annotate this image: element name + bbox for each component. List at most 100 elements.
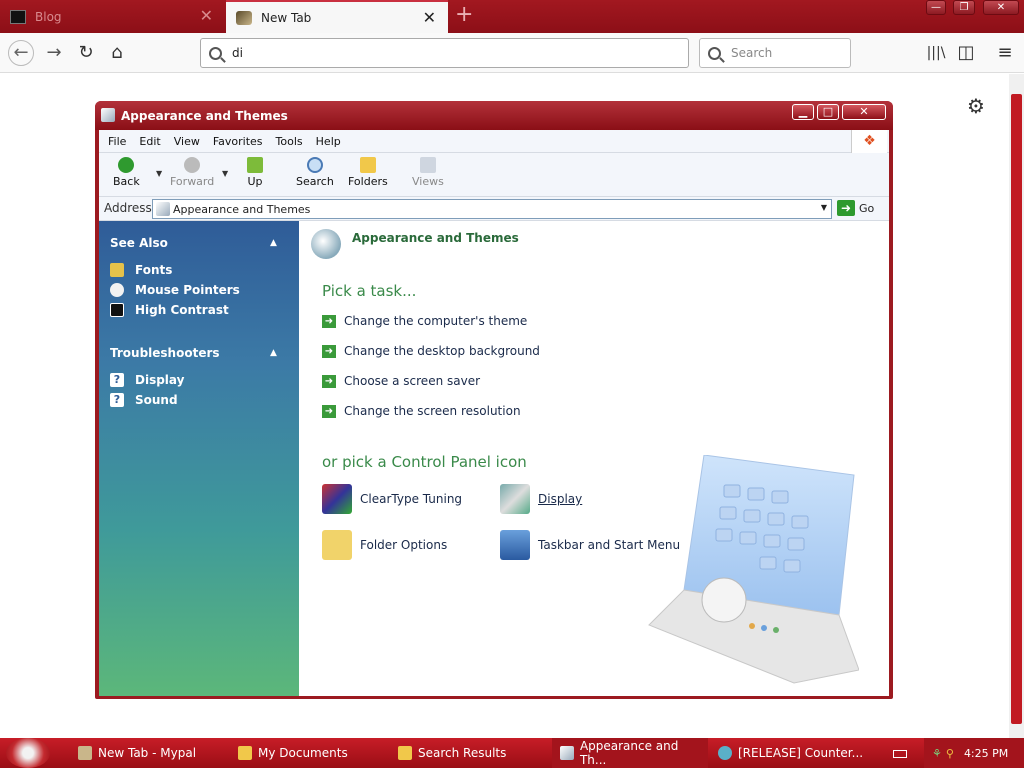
control-panel-watermark-image	[648, 455, 859, 684]
keyboard-icon[interactable]	[893, 750, 907, 758]
home-icon[interactable]: ⌂	[105, 41, 129, 65]
address-bar: Address Appearance and Themes ▼ ➜ Go	[99, 197, 889, 221]
sidebar-icon[interactable]: ◫	[954, 41, 978, 65]
start-button[interactable]	[6, 738, 50, 768]
tab-blog[interactable]: Blog ✕	[0, 0, 225, 33]
search-input[interactable]: Search	[699, 38, 851, 68]
library-icon[interactable]: |||\	[924, 41, 948, 65]
forward-dropdown-icon[interactable]: ▼	[222, 169, 228, 178]
search-button[interactable]: Search	[296, 157, 334, 188]
see-also-fonts-link[interactable]: Fonts	[110, 263, 172, 277]
reload-icon[interactable]: ↻	[74, 41, 98, 65]
display-link[interactable]: Display	[500, 484, 582, 514]
link-label: Fonts	[135, 263, 173, 277]
search-magnifier-icon	[306, 157, 323, 173]
collapse-caret-icon[interactable]: ▲	[270, 348, 277, 358]
task-change-background-link[interactable]: ➜ Change the desktop background	[322, 344, 540, 358]
taskbar-item-newtab[interactable]: New Tab - Mypal	[78, 738, 196, 768]
gear-icon[interactable]: ⚙	[967, 94, 985, 118]
icon-label: ClearType Tuning	[360, 492, 463, 506]
maximize-window-button[interactable]: □	[817, 104, 839, 120]
window-client: File Edit View Favorites Tools Help ❖ Ba…	[99, 130, 889, 696]
taskbar-label: Search Results	[418, 746, 507, 760]
taskbar-item-appearance[interactable]: Appearance and Th...	[552, 738, 708, 768]
see-also-heading[interactable]: See Also	[110, 236, 168, 250]
see-also-high-contrast-link[interactable]: High Contrast	[110, 303, 229, 317]
task-screen-resolution-link[interactable]: ➜ Change the screen resolution	[322, 404, 521, 418]
clock[interactable]: 4:25 PM	[964, 747, 1008, 760]
window-app-icon	[101, 108, 115, 122]
back-dropdown-icon[interactable]: ▼	[156, 169, 162, 178]
menu-help[interactable]: Help	[316, 135, 341, 148]
appearance-themes-icon	[311, 229, 341, 259]
url-input[interactable]: di	[232, 46, 243, 60]
page-scrollbar[interactable]	[1009, 74, 1024, 738]
folder-options-link[interactable]: Folder Options	[322, 530, 447, 560]
collapse-caret-icon[interactable]: ▲	[270, 238, 277, 248]
close-tab-icon[interactable]: ✕	[423, 10, 436, 26]
address-input[interactable]: Appearance and Themes ▼	[152, 199, 832, 219]
go-button[interactable]: ➜ Go	[837, 200, 874, 216]
icon-label: Folder Options	[360, 538, 448, 552]
forward-icon	[184, 157, 201, 173]
cleartype-tuning-link[interactable]: ClearType Tuning	[322, 484, 462, 514]
back-icon	[118, 157, 135, 173]
forward-arrow-icon[interactable]: →	[42, 41, 66, 65]
menu-tools[interactable]: Tools	[276, 135, 303, 148]
network-icon[interactable]: ⚘	[932, 747, 942, 760]
menu-favorites[interactable]: Favorites	[213, 135, 263, 148]
tab-label: Blog	[35, 9, 62, 24]
task-label: Change the desktop background	[344, 344, 540, 358]
taskbar-label: [RELEASE] Counter...	[738, 746, 864, 760]
task-screen-saver-link[interactable]: ➜ Choose a screen saver	[322, 374, 480, 388]
go-arrow-icon: ➜	[837, 200, 855, 216]
menu-file[interactable]: File	[108, 135, 126, 148]
back-arrow-icon[interactable]: ←	[8, 40, 34, 66]
tab-new-tab[interactable]: New Tab ✕	[226, 0, 448, 33]
address-folder-icon	[156, 202, 170, 216]
url-bar[interactable]: di	[200, 38, 689, 68]
link-label: Mouse Pointers	[135, 283, 240, 297]
scrollbar-thumb[interactable]	[1011, 94, 1022, 724]
taskbar-item-release[interactable]: [RELEASE] Counter...	[718, 738, 863, 768]
see-also-mouse-pointers-link[interactable]: Mouse Pointers	[110, 283, 240, 297]
address-label: Address	[104, 201, 152, 215]
menu-edit[interactable]: Edit	[139, 135, 160, 148]
menu-view[interactable]: View	[174, 135, 200, 148]
minimize-window-button[interactable]: ▁	[792, 104, 814, 120]
windows-logo-icon: ❖	[851, 130, 887, 153]
browser-icon	[718, 746, 732, 760]
maximize-browser-button[interactable]: ❐	[953, 0, 975, 15]
troubleshooter-display-link[interactable]: ? Display	[110, 373, 184, 387]
close-tab-icon[interactable]: ✕	[200, 8, 213, 24]
views-icon	[419, 157, 436, 173]
folders-button[interactable]: Folders	[348, 157, 388, 188]
link-label: Display	[135, 373, 185, 387]
address-dropdown-icon[interactable]: ▼	[821, 203, 827, 212]
task-arrow-icon: ➜	[322, 314, 336, 328]
up-button[interactable]: Up	[247, 157, 263, 188]
forward-button[interactable]: Forward	[170, 157, 214, 188]
taskbar-item-search-results[interactable]: Search Results	[398, 738, 506, 768]
troubleshooter-sound-link[interactable]: ? Sound	[110, 393, 178, 407]
close-window-button[interactable]: ✕	[842, 104, 886, 120]
task-change-theme-link[interactable]: ➜ Change the computer's theme	[322, 314, 527, 328]
folders-label: Folders	[348, 175, 388, 188]
mouse-icon	[110, 283, 124, 297]
search-tray-icon[interactable]: ⚲	[946, 747, 954, 760]
taskbar-label: Appearance and Th...	[579, 739, 679, 767]
new-tab-plus-icon[interactable]: +	[455, 4, 473, 26]
menu-icon[interactable]: ≡	[993, 41, 1017, 65]
back-button[interactable]: Back	[113, 157, 140, 188]
task-label: Change the screen resolution	[344, 404, 521, 418]
cleartype-icon	[322, 484, 352, 514]
window-titlebar[interactable]: Appearance and Themes ▁ □ ✕	[95, 101, 893, 130]
close-browser-button[interactable]: ✕	[983, 0, 1019, 15]
taskbar-item-my-documents[interactable]: My Documents	[238, 738, 348, 768]
views-button[interactable]: Views	[412, 157, 444, 188]
minimize-browser-button[interactable]: —	[926, 0, 946, 15]
search-icon	[209, 46, 222, 60]
troubleshooters-heading[interactable]: Troubleshooters	[110, 346, 220, 360]
category-title: Appearance and Themes	[352, 231, 519, 245]
display-icon	[500, 484, 530, 514]
